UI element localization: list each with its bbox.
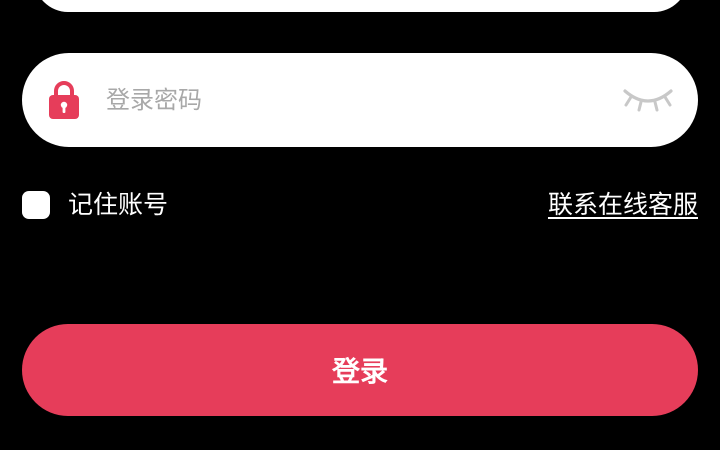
login-page: 记住账号 联系在线客服 登录	[0, 0, 720, 450]
password-field[interactable]	[22, 53, 698, 147]
remember-account-row: 记住账号	[22, 189, 168, 221]
remember-account-checkbox[interactable]	[22, 191, 50, 219]
password-input[interactable]	[106, 75, 586, 125]
username-field[interactable]	[34, 0, 688, 12]
contact-support-link[interactable]: 联系在线客服	[548, 189, 698, 221]
remember-account-label[interactable]: 记住账号	[68, 189, 168, 221]
lock-icon	[49, 81, 79, 119]
eye-closed-icon[interactable]	[622, 85, 674, 113]
login-button[interactable]: 登录	[22, 324, 698, 416]
